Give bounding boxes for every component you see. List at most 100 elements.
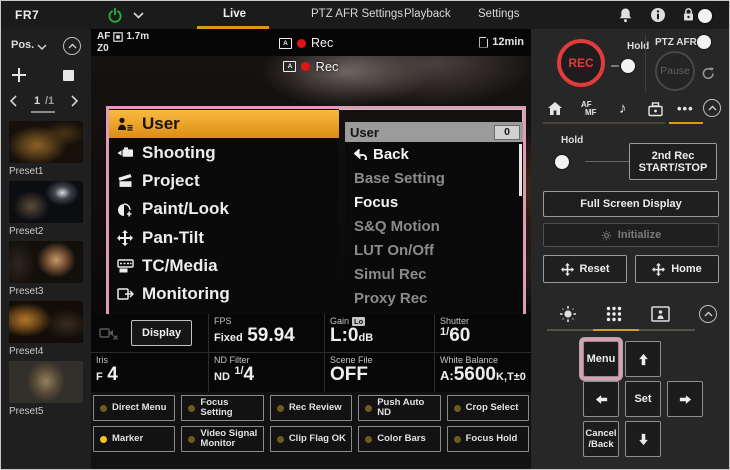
pos-chevron-down-icon[interactable] <box>37 44 47 50</box>
preset-thumbnail-4[interactable] <box>9 301 83 343</box>
rec-review-button[interactable]: Rec Review <box>270 395 352 421</box>
af-mf-tab-icon[interactable]: AF MF <box>581 101 597 117</box>
iris-prefix: F <box>96 371 103 383</box>
preset-thumbnail-5[interactable] <box>9 361 83 403</box>
audio-tab-icon[interactable]: ♪ <box>619 100 627 117</box>
power-icon[interactable] <box>107 7 123 23</box>
submenu-item-base-setting[interactable]: Base Setting <box>345 166 523 190</box>
full-screen-display-button[interactable]: Full Screen Display <box>543 191 719 217</box>
preset-grid-tab-icon[interactable] <box>605 305 623 323</box>
pan-tilt-cross-icon <box>561 263 574 276</box>
menu-item-monitoring[interactable]: Monitoring <box>109 280 339 308</box>
notification-bell-icon[interactable] <box>618 7 633 23</box>
tab-ptz-afr-settings[interactable]: PTZ AFR Settings <box>311 8 403 20</box>
preset-label-3: Preset3 <box>9 286 43 297</box>
menu-item-tc-media[interactable]: TC/Media <box>109 252 339 280</box>
submenu-item-focus[interactable]: Focus <box>345 190 523 214</box>
reset-button[interactable]: Reset <box>543 255 627 283</box>
menu-item-project[interactable]: Project <box>109 167 339 195</box>
tracking-tab-icon[interactable] <box>651 306 670 322</box>
power-chevron-down-icon[interactable] <box>133 12 144 19</box>
video-signal-monitor-button[interactable]: Video Signal Monitor <box>181 426 263 452</box>
camera-tab-icon[interactable] <box>647 101 664 117</box>
clip-flag-ok-button[interactable]: Clip Flag OK <box>270 426 352 452</box>
rec-label: Rec <box>311 36 333 50</box>
set-button[interactable]: Set <box>625 381 661 417</box>
menu-item-user[interactable]: User <box>109 110 339 138</box>
more-tab-icon[interactable]: ••• <box>677 101 694 116</box>
submenu-item-back[interactable]: Back <box>345 142 523 166</box>
stop-button[interactable] <box>63 70 74 81</box>
arrow-right-icon <box>678 392 693 407</box>
menu-item-pan-tilt[interactable]: Pan-Tilt <box>109 224 339 252</box>
page-prev-icon[interactable] <box>9 95 17 107</box>
preset-thumbnail-2[interactable] <box>9 181 83 223</box>
panel-collapse-icon-1[interactable] <box>703 99 721 117</box>
direct-menu-button[interactable]: Direct Menu <box>93 395 175 421</box>
status-dot <box>454 405 461 412</box>
submenu-item-lut-on-off[interactable]: LUT On/Off <box>345 238 523 262</box>
media-remaining-status: 12min <box>479 36 524 48</box>
marker-button[interactable]: Marker <box>93 426 175 452</box>
wb-value: 5600 <box>454 364 496 385</box>
menu-item-label: Pan-Tilt <box>142 228 204 248</box>
menu-item-label: User <box>142 114 180 134</box>
nd-filter-cell[interactable]: ND Filter ND 1/4 <box>209 353 325 392</box>
initialize-button[interactable]: Initialize <box>543 223 719 247</box>
assign-button-row-2: Marker Video Signal Monitor Clip Flag OK… <box>93 426 529 452</box>
submenu-item-sq-motion[interactable]: S&Q Motion <box>345 214 523 238</box>
media-remaining: 12min <box>492 36 524 48</box>
menu-item-paint-look[interactable]: Paint/Look <box>109 195 339 223</box>
arrow-left-button[interactable] <box>583 381 619 417</box>
clapperboard-icon <box>115 173 135 188</box>
arrow-up-button[interactable] <box>625 341 661 377</box>
cancel-line2: /Back <box>588 439 613 450</box>
iris-cell[interactable]: Iris F 4 <box>91 353 209 392</box>
pause-button[interactable]: Pause <box>655 51 695 91</box>
gain-cell[interactable]: GainLo L:0dB <box>325 314 435 353</box>
add-preset-button[interactable] <box>11 67 27 83</box>
crop-select-button[interactable]: Crop Select <box>447 395 529 421</box>
preset-label-4: Preset4 <box>9 346 43 357</box>
tab-settings[interactable]: Settings <box>478 8 520 20</box>
info-icon[interactable] <box>650 7 666 23</box>
arrow-down-button[interactable] <box>625 421 661 457</box>
shutter-cell[interactable]: Shutter 1/60 <box>435 314 531 353</box>
tab-underline-track <box>543 122 665 124</box>
restart-icon[interactable] <box>701 66 716 81</box>
osd-status-bar: AF 1.7m Z0 A Rec 12min <box>91 29 531 56</box>
focus-setting-button[interactable]: Focus Setting <box>181 395 263 421</box>
menu-dpad-button[interactable]: Menu <box>583 341 619 377</box>
tab-playback[interactable]: Playback <box>404 8 451 20</box>
home-tab-icon[interactable] <box>547 101 563 116</box>
arrow-right-button[interactable] <box>667 381 703 417</box>
white-balance-cell[interactable]: White Balance A:5600K,T±0 <box>435 353 531 392</box>
submenu-item-simul-rec[interactable]: Simul Rec <box>345 262 523 286</box>
page-next-icon[interactable] <box>71 95 79 107</box>
fps-cell[interactable]: FPS Fixed 59.94 <box>209 314 325 353</box>
cancel-back-button[interactable]: Cancel /Back <box>583 421 619 457</box>
color-bars-button[interactable]: Color Bars <box>358 426 440 452</box>
home-button[interactable]: Home <box>635 255 719 283</box>
ptz-joystick-tab-icon[interactable] <box>559 305 577 323</box>
push-auto-nd-button[interactable]: Push Auto ND <box>358 395 440 421</box>
menu-item-shooting[interactable]: Shooting <box>109 138 339 166</box>
submenu-item-proxy-rec[interactable]: Proxy Rec <box>345 286 523 310</box>
submenu-scrollbar[interactable] <box>519 144 522 196</box>
display-button[interactable]: Display <box>131 320 192 346</box>
scene-file-cell[interactable]: Scene File OFF <box>325 353 435 392</box>
focus-hold-button[interactable]: Focus Hold <box>447 426 529 452</box>
rec-button[interactable]: REC <box>557 39 605 87</box>
focus-distance: 1.7m <box>126 31 149 43</box>
sidebar-collapse-icon[interactable] <box>63 37 81 55</box>
live-video: A Rec User Shooting Pr <box>91 56 531 314</box>
pos-dropdown-label[interactable]: Pos. <box>11 39 34 51</box>
preset-thumbnail-3[interactable] <box>9 241 83 283</box>
wb-suffix: K,T±0 <box>496 371 526 383</box>
tab-live[interactable]: Live <box>223 8 246 20</box>
second-rec-start-stop-button[interactable]: 2nd Rec START/STOP <box>629 143 717 180</box>
focus-area-icon <box>113 32 123 42</box>
preset-thumbnail-1[interactable] <box>9 121 83 163</box>
submenu-item-label: LUT On/Off <box>354 242 434 259</box>
panel-collapse-icon-2[interactable] <box>699 305 717 323</box>
